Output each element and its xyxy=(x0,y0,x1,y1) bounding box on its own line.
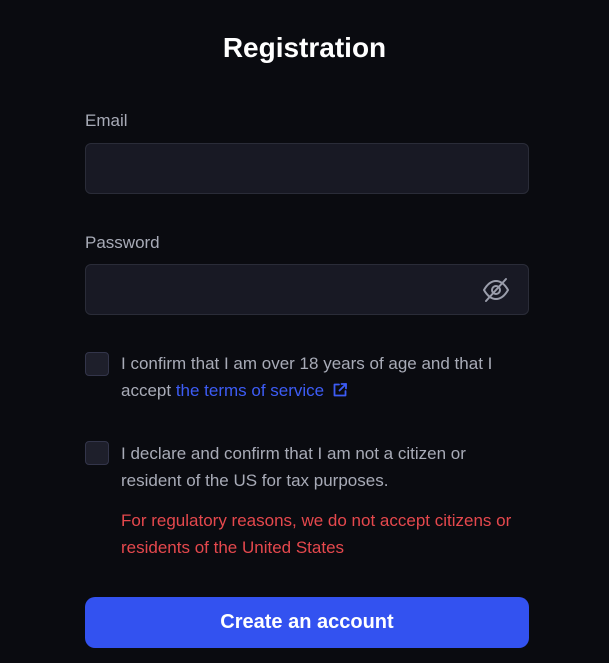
external-link-icon xyxy=(332,379,348,406)
email-label: Email xyxy=(85,111,128,130)
us-warning-message: For regulatory reasons, we do not accept… xyxy=(121,511,512,557)
us-declaration-text: I declare and confirm that I am not a ci… xyxy=(121,444,466,490)
age-confirm-text: I confirm that I am over 18 years of age… xyxy=(121,350,531,406)
terms-of-service-link[interactable]: the terms of service xyxy=(176,381,348,400)
password-field[interactable] xyxy=(86,265,528,314)
password-field-container xyxy=(85,264,529,315)
us-declaration-checkbox[interactable] xyxy=(85,441,109,465)
create-account-button[interactable]: Create an account xyxy=(85,597,529,648)
page-title: Registration xyxy=(222,32,387,63)
terms-link-label: the terms of service xyxy=(175,381,325,400)
eye-slash-icon[interactable] xyxy=(482,277,510,303)
registration-page: Registration Email Password I confirm th… xyxy=(0,0,609,663)
password-label: Password xyxy=(85,233,160,252)
age-confirm-checkbox[interactable] xyxy=(85,352,109,376)
email-field-container xyxy=(85,143,529,194)
email-field[interactable] xyxy=(86,144,528,193)
